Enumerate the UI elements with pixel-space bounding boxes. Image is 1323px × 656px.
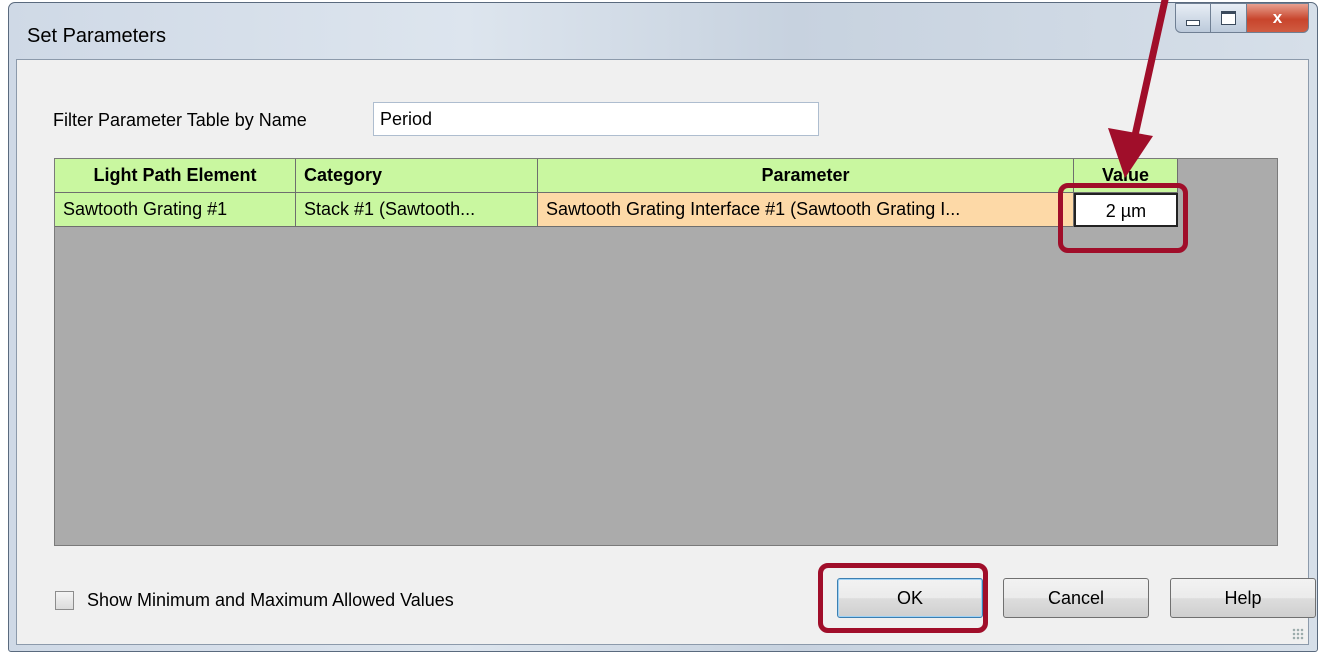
dialog-client-area: Filter Parameter Table by Name Light Pat… — [16, 59, 1316, 645]
show-min-max-option[interactable]: Show Minimum and Maximum Allowed Values — [55, 590, 454, 611]
minimize-icon — [1186, 20, 1200, 26]
table-header-row: Light Path Element Category Parameter Va… — [55, 159, 1178, 193]
maximize-icon — [1221, 11, 1236, 25]
column-header-value[interactable]: Value — [1074, 159, 1178, 193]
close-icon: x — [1272, 8, 1283, 27]
cell-category[interactable]: Stack #1 (Sawtooth... — [296, 193, 538, 227]
title-bar[interactable]: Set Parameters x — [9, 3, 1317, 63]
help-button[interactable]: Help — [1170, 578, 1316, 618]
column-header-category[interactable]: Category — [296, 159, 538, 193]
ok-button[interactable]: OK — [837, 578, 983, 618]
cancel-button[interactable]: Cancel — [1003, 578, 1149, 618]
parameter-table: Light Path Element Category Parameter Va… — [54, 158, 1278, 546]
resize-grip-icon[interactable] — [1292, 628, 1304, 640]
close-button[interactable]: x — [1247, 3, 1309, 33]
cell-value[interactable]: 2 µm — [1074, 193, 1178, 227]
filter-input[interactable] — [373, 102, 819, 136]
column-header-parameter[interactable]: Parameter — [538, 159, 1074, 193]
cell-parameter[interactable]: Sawtooth Grating Interface #1 (Sawtooth … — [538, 193, 1074, 227]
window-title: Set Parameters — [27, 25, 166, 47]
table-row[interactable]: Sawtooth Grating #1 Stack #1 (Sawtooth..… — [55, 193, 1178, 227]
column-header-light-path-element[interactable]: Light Path Element — [55, 159, 296, 193]
show-min-max-label[interactable]: Show Minimum and Maximum Allowed Values — [87, 590, 454, 611]
caption-buttons: x — [1175, 3, 1309, 33]
minimize-button[interactable] — [1175, 3, 1211, 33]
show-min-max-checkbox[interactable] — [55, 591, 74, 610]
cell-light-path-element[interactable]: Sawtooth Grating #1 — [55, 193, 296, 227]
filter-label: Filter Parameter Table by Name — [53, 110, 307, 130]
set-parameters-window: Set Parameters x Filter Parameter Table … — [8, 2, 1318, 652]
maximize-button[interactable] — [1211, 3, 1247, 33]
